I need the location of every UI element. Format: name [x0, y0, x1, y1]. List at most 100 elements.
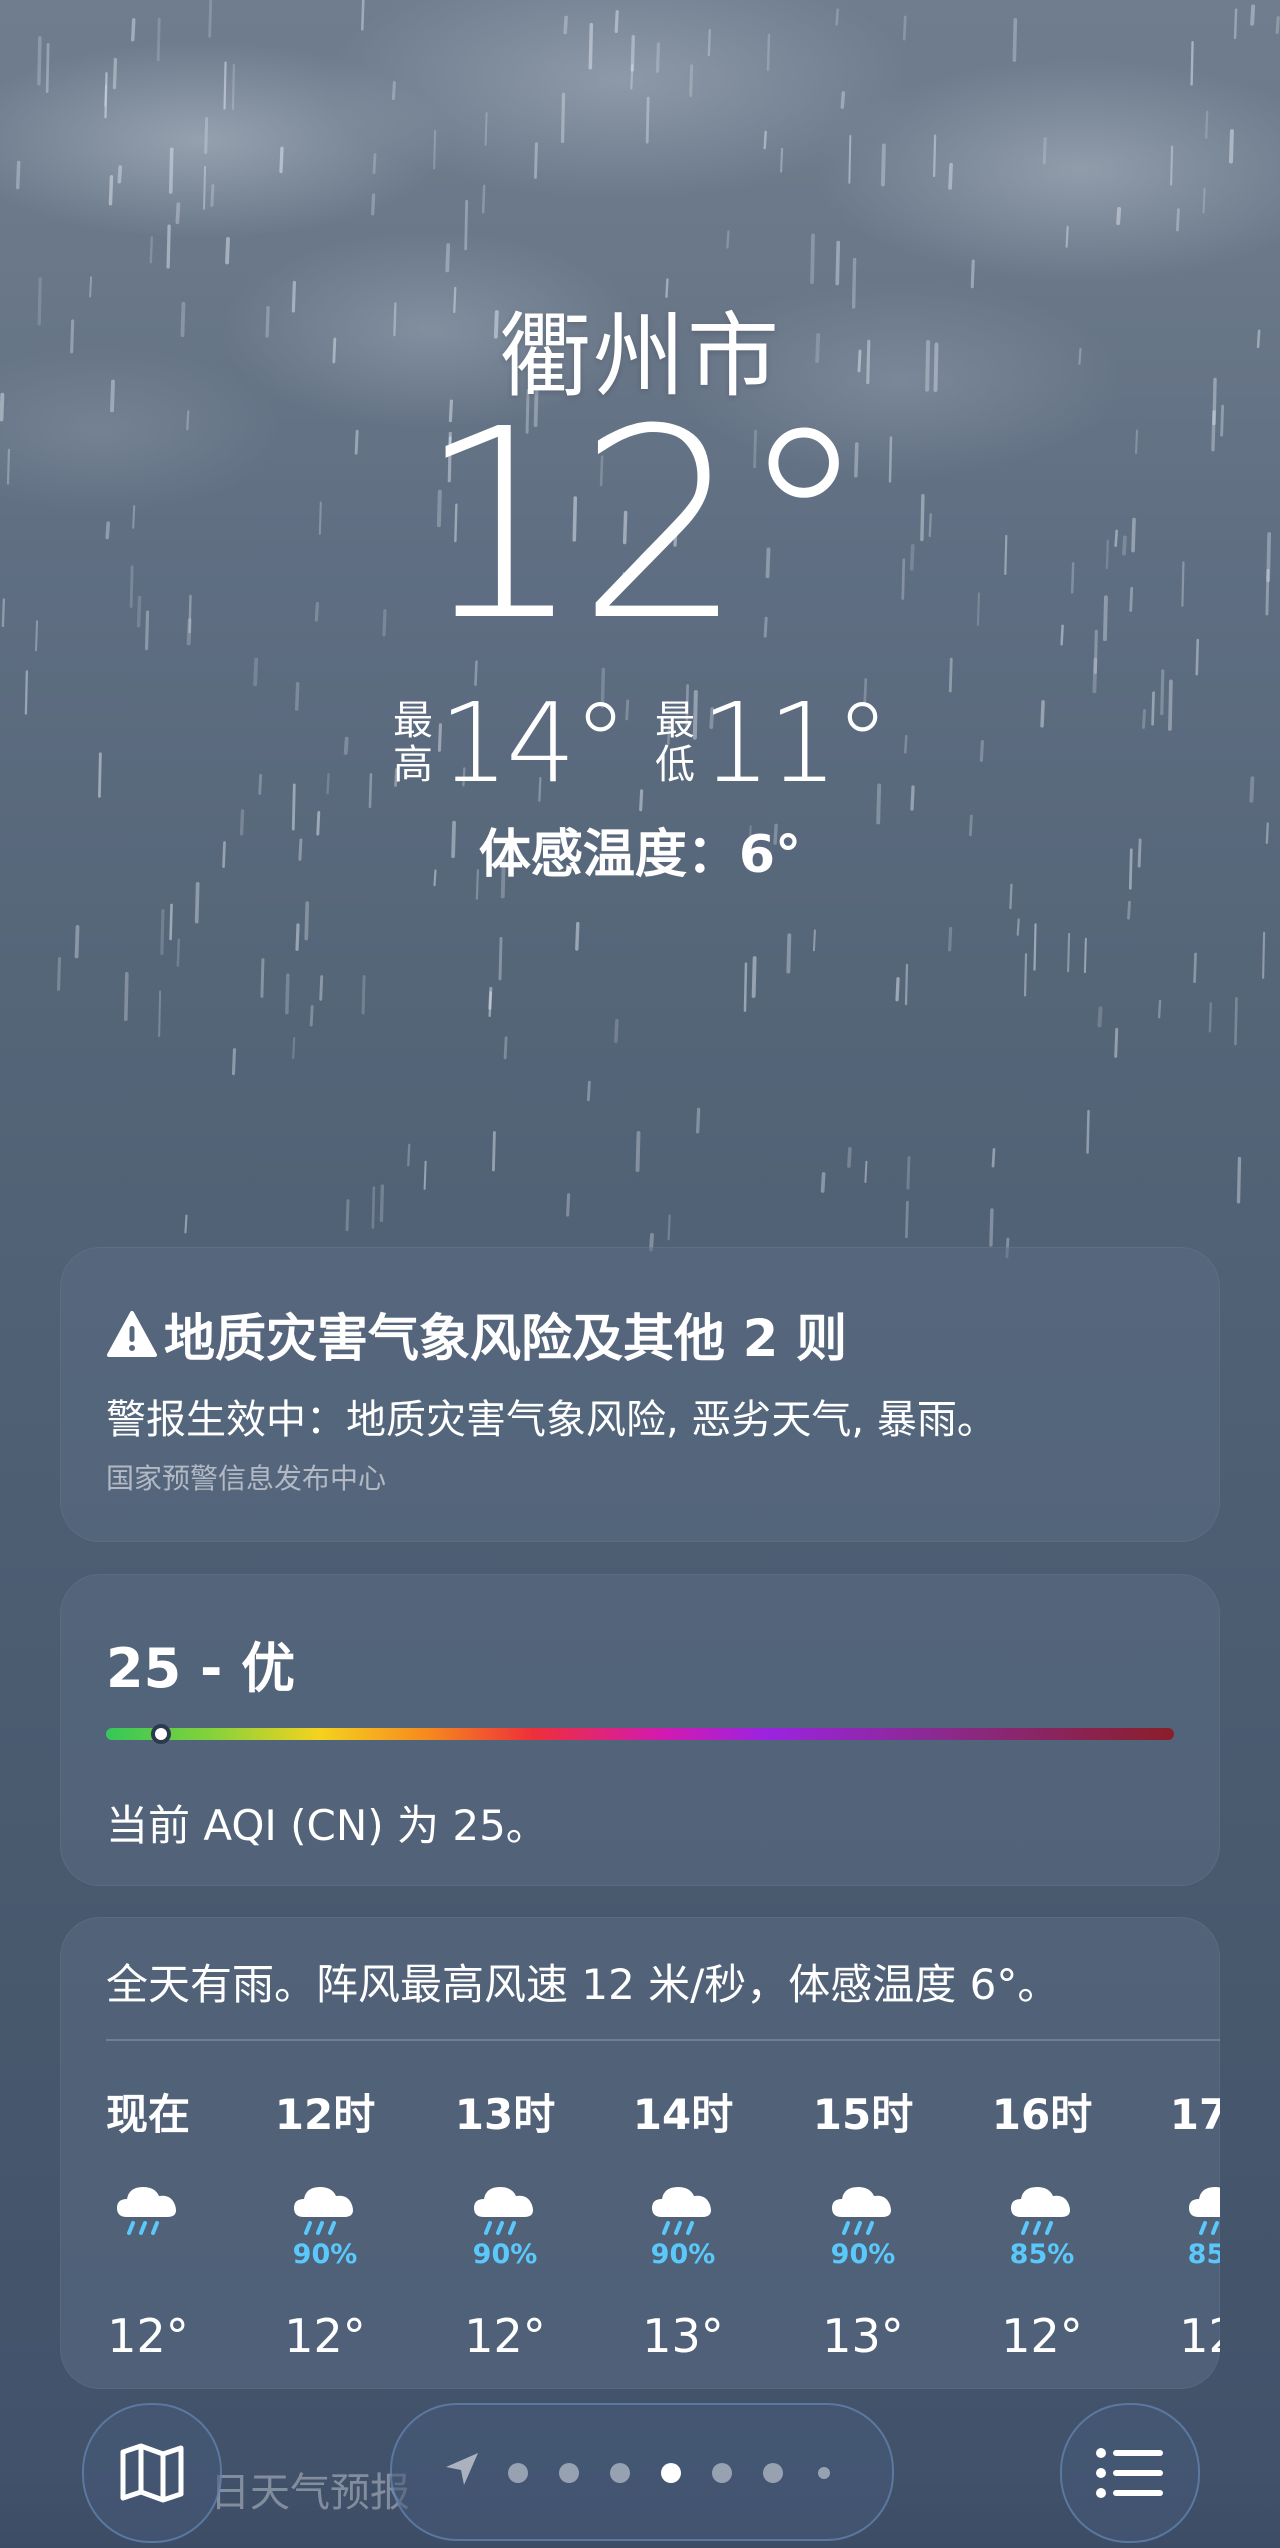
alert-title: 地质灾害气象风险及其他 2 则: [164, 1310, 847, 1369]
hour-time: 现在: [105, 2090, 190, 2139]
raindrop: [905, 1200, 909, 1239]
page-dot[interactable]: [610, 2463, 630, 2483]
precip-chance: 90%: [830, 2239, 896, 2270]
raindrop: [194, 881, 200, 924]
raindrop: [588, 22, 594, 70]
raindrop: [1067, 932, 1071, 973]
raindrop: [372, 153, 377, 174]
weather-alert-card[interactable]: 地质灾害气象风险及其他 2 则 警报生效中：地质灾害气象风险, 恶劣天气, 暴雨…: [60, 1247, 1220, 1542]
raindrop: [1176, 208, 1180, 232]
raindrop: [175, 202, 181, 225]
raindrop: [74, 925, 80, 959]
raindrop: [407, 1143, 411, 1167]
raindrop: [104, 72, 108, 119]
raindrop: [169, 903, 173, 941]
raindrop: [812, 929, 816, 952]
hour-temperature: 12°: [464, 2309, 546, 2363]
raindrop: [779, 147, 784, 173]
raindrop: [117, 165, 123, 184]
city-list-button[interactable]: [1060, 2403, 1200, 2543]
raindrop: [203, 165, 207, 210]
raindrop: [902, 15, 907, 41]
low-label-line1: 最: [655, 698, 695, 744]
raindrop: [655, 42, 661, 73]
raindrop: [751, 956, 757, 998]
aqi-title: 25 - 优: [106, 1637, 296, 1700]
raindrop: [204, 116, 209, 154]
raindrop: [15, 160, 21, 190]
raindrop: [1193, 952, 1197, 984]
rain-cloud-icon: [832, 2187, 891, 2235]
hour-temperature: 12°: [1179, 2309, 1220, 2363]
page-dot[interactable]: [559, 2463, 579, 2483]
raindrop: [614, 1018, 619, 1043]
raindrop: [292, 1037, 296, 1060]
raindrop: [906, 1156, 911, 1190]
raindrop: [260, 958, 265, 998]
hour-temperature: 12°: [107, 2309, 189, 2363]
raindrop: [991, 1147, 996, 1168]
page-dot-active[interactable]: [661, 2463, 681, 2483]
raindrop: [498, 936, 503, 981]
rain-cloud-icon: [294, 2187, 353, 2235]
page-indicator[interactable]: [390, 2403, 894, 2541]
map-button[interactable]: [82, 2403, 222, 2543]
raindrop: [1190, 40, 1194, 86]
raindrop: [1009, 883, 1013, 910]
raindrop: [253, 657, 259, 687]
alert-source: 国家预警信息发布中心: [106, 1462, 387, 1495]
raindrop: [156, 17, 161, 62]
raindrop: [766, 33, 771, 71]
raindrop: [166, 224, 171, 269]
raindrop: [319, 975, 324, 1001]
raindrop: [847, 1146, 852, 1168]
raindrop: [104, 84, 108, 107]
raindrop: [379, 1184, 385, 1223]
raindrop: [696, 1107, 701, 1134]
raindrop: [566, 1193, 571, 1217]
hour-time: 16时: [991, 2090, 1093, 2139]
raindrop: [1170, 145, 1174, 186]
scrolled-section-label: 日天气预报: [210, 2470, 410, 2516]
raindrop: [371, 1186, 376, 1229]
raindrop: [1228, 129, 1234, 164]
raindrop: [1042, 137, 1047, 165]
raindrop: [1086, 1109, 1090, 1154]
air-quality-card[interactable]: 25 - 优 当前 AQI (CN) 为 25。: [60, 1574, 1220, 1886]
raindrop: [112, 57, 118, 90]
raindrop: [948, 162, 953, 190]
hour-temperature: 13°: [642, 2309, 724, 2363]
raindrop: [488, 991, 492, 1017]
page-dot[interactable]: [763, 2463, 783, 2483]
raindrop: [810, 233, 815, 285]
raindrop: [667, 1214, 671, 1241]
hourly-forecast-card[interactable]: 全天有雨。阵风最高风速 12 米/秒，体感温度 6°。 现在 12° 12时 90% 1…: [60, 1917, 1220, 2389]
raindrop: [1065, 225, 1069, 248]
raindrop: [391, 80, 396, 100]
raindrop: [158, 990, 162, 1037]
page-dot[interactable]: [818, 2467, 830, 2479]
raindrop: [423, 1160, 427, 1190]
warning-icon: [107, 1311, 157, 1357]
raindrop: [1262, 931, 1266, 979]
precip-chance: 90%: [292, 2239, 358, 2270]
raindrop: [1023, 953, 1028, 997]
raindrop: [533, 142, 538, 179]
raindrop: [304, 901, 310, 941]
high-temperature: 14°: [439, 679, 628, 807]
raindrop: [56, 956, 62, 991]
aqi-marker: [151, 1724, 172, 1744]
raindrop: [503, 1036, 508, 1060]
low-group: 最 低 11°: [655, 688, 890, 798]
page-dot[interactable]: [508, 2463, 528, 2483]
page-dot[interactable]: [712, 2463, 732, 2483]
raindrop: [1092, 657, 1098, 694]
raindrop: [1208, 1002, 1213, 1033]
raindrop: [108, 175, 114, 206]
rain-cloud-icon: [474, 2187, 533, 2235]
hour-time: 12时: [274, 2090, 376, 2139]
rain-cloud-icon: [652, 2187, 711, 2235]
precip-chance: 90%: [472, 2239, 538, 2270]
raindrop: [225, 237, 230, 265]
raindrop: [948, 926, 953, 952]
